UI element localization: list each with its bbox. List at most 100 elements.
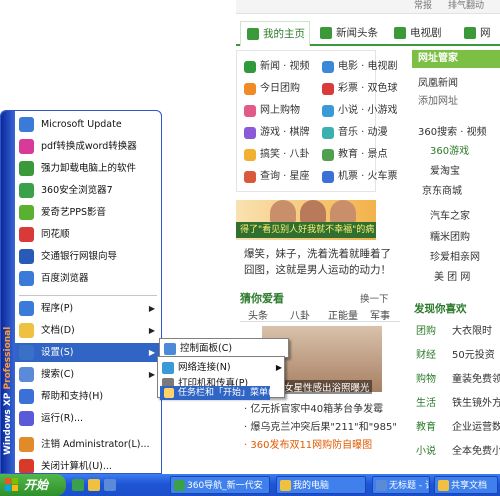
tab-web[interactable]: 网 [458,21,500,46]
nav-link[interactable]: 音乐 · 动漫 [322,124,388,142]
tab-tv-series[interactable]: 电视剧 [388,21,454,46]
program-item[interactable]: 交通银行网银向导 [15,247,161,266]
start-menu-item[interactable]: 注销 Administrator(L)... [15,435,161,454]
tab-my-home[interactable]: 我的主页 [240,21,310,46]
found-category[interactable]: 生活 [416,394,436,409]
site-link[interactable]: 珍爱相亲网 [430,248,480,263]
start-menu-item[interactable]: 关闭计算机(U)... [15,457,161,473]
guess-tab[interactable]: 八卦 [290,307,310,322]
found-link[interactable]: 50元投资 [452,346,495,361]
nav-link-label: 新闻 · 视频 [260,61,310,72]
site-link[interactable]: 爱淘宝 [430,162,460,177]
found-link[interactable]: 全本免费小 [452,442,500,457]
quick-launch-icon[interactable] [104,479,116,491]
category-icon [322,61,334,73]
home-tabs: 我的主页 新闻头条 电视剧 网 [236,18,500,46]
web-icon [464,27,476,39]
start-menu-item[interactable]: 程序(P) ▶ [15,299,161,318]
program-label: 交通银行网银向导 [41,251,118,262]
site-link[interactable]: 糯米团购 [430,228,470,243]
found-category[interactable]: 团购 [416,322,436,337]
news-icon [320,27,332,39]
guess-tab[interactable]: 正能量 [328,307,358,322]
window-icon [438,480,449,491]
nav-link-label: 今日团购 [260,83,300,94]
program-item[interactable]: 360安全浏览器7 [15,181,161,200]
news-link[interactable]: 爆笑，妹子，洗着洗着就睡着了 [244,246,391,261]
taskbar-window-button[interactable]: 无标题 - 记事本 [372,476,430,494]
program-item[interactable]: 百度浏览器 [15,269,161,288]
program-item[interactable]: 同花顺 [15,225,161,244]
settings-submenu: 控制面板(C) [159,338,289,358]
site-link[interactable]: 京东商城 [422,182,462,197]
nav-link[interactable]: 教育 · 景点 [322,146,388,164]
start-menu-item[interactable]: 运行(R)... [15,409,161,428]
photo-caption[interactable]: 女星性感出浴照曝光 [282,380,372,394]
nav-link[interactable]: 电影 · 电视剧 [322,58,398,76]
menu-item-icon [19,323,34,338]
site-manager-title: 网址管家 [412,50,500,68]
window-button-label: 我的电脑 [293,481,330,491]
program-item[interactable]: Microsoft Update [15,115,161,134]
top-strip-left[interactable]: 常报 [414,0,432,13]
found-category[interactable]: 小说 [416,442,436,457]
nav-link[interactable]: 小说 · 小游戏 [322,102,398,120]
nav-link[interactable]: 查询 · 星座 [244,168,310,186]
add-site-link[interactable]: 添加网址 [418,92,458,107]
nav-link[interactable]: 游戏 · 棋牌 [244,124,310,142]
start-menu-item[interactable]: 帮助和支持(H) [15,387,161,406]
program-icon [19,227,34,242]
taskbar-window-button[interactable]: 我的电脑 [276,476,366,494]
news-link[interactable]: 囧图，这就是男人运动的动力！ [244,262,391,277]
nav-link[interactable]: 网上购物 [244,102,300,120]
program-item[interactable]: 爱奇艺PPS影音 [15,203,161,222]
news-link[interactable]: · 亿元拆官家中40箱茅台争发霉 [244,400,383,415]
start-menu-item[interactable]: 搜索(C) ▶ [15,365,161,384]
swap-button[interactable]: 换一下 [360,291,389,305]
found-category[interactable]: 购物 [416,370,436,385]
nav-link[interactable]: 彩票 · 双色球 [322,80,398,98]
top-strip-right[interactable]: 排气翻动 [448,0,484,13]
quick-launch-icon[interactable] [88,479,100,491]
found-link[interactable]: 企业运营数 [452,418,500,433]
nav-link[interactable]: 机票 · 火车票 [322,168,398,186]
program-item[interactable]: 强力卸载电脑上的软件 [15,159,161,178]
nav-link[interactable]: 今日团购 [244,80,300,98]
start-menu-item[interactable]: 文档(D) ▶ [15,321,161,340]
guess-title: 猜你爱看 [240,292,284,305]
banner-caption[interactable]: 得了"看见别人好我就不幸福"的病 [236,222,376,238]
network-label: 网络连接(N) [178,362,231,373]
window-button-label: 无标题 - 记事本 [389,481,429,491]
found-link[interactable]: 铁生镜外方 [452,394,500,409]
nav-link[interactable]: 新闻 · 视频 [244,58,310,76]
found-link[interactable]: 大衣限时 [452,322,492,337]
site-link[interactable]: 汽车之家 [430,207,470,222]
program-item[interactable]: pdf转换成word转换器 [15,137,161,156]
site-link[interactable]: 美 团 网 [434,268,470,283]
program-label: 同花顺 [41,229,70,240]
start-menu-item[interactable]: 设置(S) ▶ [15,343,161,362]
news-link[interactable]: · 360发布双11网购防自曝图 [244,436,372,451]
site-link[interactable]: 360游戏 [430,142,469,157]
chevron-right-icon: ▶ [148,326,155,335]
found-category[interactable]: 财经 [416,346,436,361]
found-title: 发现你喜欢 [414,303,467,315]
taskbar-window-button[interactable]: 360导航_新一代安 [170,476,270,494]
guess-tab[interactable]: 头条 [248,307,268,322]
category-icon [322,149,334,161]
child-figure [270,200,296,222]
taskbar-start-menu-item[interactable]: 任务栏和「开始」菜单(T) [160,386,281,400]
quick-launch-icon[interactable] [72,479,84,491]
guess-tab[interactable]: 军事 [370,307,390,322]
tab-news-headlines[interactable]: 新闻头条 [314,21,384,46]
news-link[interactable]: · 爆乌克兰冲突后果"211"和"985" [244,418,397,433]
site-link[interactable]: 360搜索 · 视频 [418,123,487,138]
site-link[interactable]: 凤凰新闻 [418,74,458,89]
site-manager-panel: 网址管家 凤凰新闻 添加网址 360搜索 · 视频 360游戏 爱淘宝 京东商城… [412,50,500,290]
found-link[interactable]: 童装免费领 [452,370,500,385]
menu-item-icon [19,345,34,360]
found-category[interactable]: 教育 [416,418,436,433]
taskbar-window-button[interactable]: 共享文档 [434,476,498,494]
start-button[interactable]: 开始 [0,474,66,496]
nav-link[interactable]: 搞笑 · 八卦 [244,146,310,164]
